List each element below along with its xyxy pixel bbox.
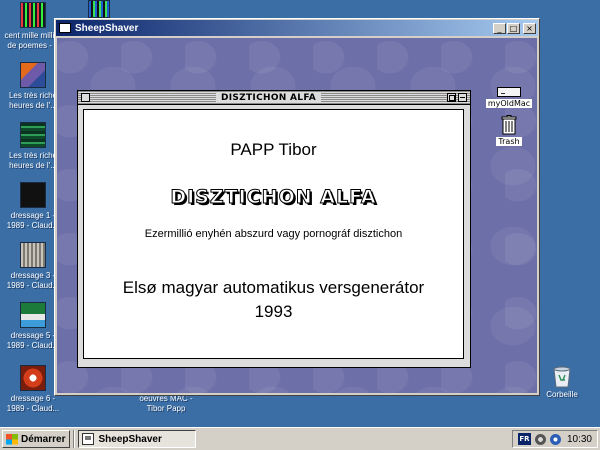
- icon-label-line: cent mille milliar: [4, 31, 62, 40]
- mac-drive-myoldmac[interactable]: myOldMac: [484, 87, 534, 108]
- desktop-icon-partial-top[interactable]: [88, 0, 110, 18]
- window-title: SheepShaver: [75, 22, 139, 34]
- icon-label-line: Les très riche: [8, 151, 58, 160]
- language-indicator[interactable]: FR: [517, 433, 531, 445]
- icon-label-line: heures de l'...: [9, 101, 57, 110]
- icon-label-line: dressage 5 -: [10, 331, 56, 340]
- window-controls: _ □ ×: [493, 22, 536, 34]
- file-thumbnail-icon: [20, 2, 46, 28]
- system-tray: FR 10:30: [511, 430, 598, 448]
- recycle-bin-label: Corbeille: [546, 390, 578, 399]
- mac-desktop[interactable]: myOldMac Trash DISZTICHON ALFA PAPP Tibo…: [57, 38, 537, 393]
- start-label: Démarrer: [21, 433, 66, 445]
- description-line: Elsø magyar automatikus versgenerátor: [122, 278, 425, 297]
- disztichon-titlebar[interactable]: DISZTICHON ALFA: [78, 91, 470, 105]
- program-subtitle: Ezermillió enyhén abszurd vagy pornográf…: [144, 228, 403, 240]
- file-thumbnail-icon: [20, 122, 46, 148]
- taskbar-button-label: SheepShaver: [98, 433, 162, 445]
- sheepshaver-app-icon: [82, 433, 95, 445]
- mac-trash[interactable]: Trash: [494, 115, 524, 146]
- icon-label-line: 1989 - Claud...: [6, 281, 60, 290]
- mac-close-box[interactable]: [81, 93, 90, 102]
- maximize-button[interactable]: □: [507, 22, 520, 34]
- start-button[interactable]: Démarrer: [2, 430, 71, 448]
- icon-label-line: dressage 1 -: [10, 211, 56, 220]
- recycle-bin-icon: [553, 366, 571, 388]
- disztichon-window[interactable]: DISZTICHON ALFA PAPP Tibor DISZTICHON AL…: [77, 90, 471, 368]
- sheepshaver-window[interactable]: SheepShaver _ □ × myOldMac Trash DISZTIC…: [54, 18, 540, 396]
- icon-label-line: 1989 - Claud...: [6, 221, 60, 230]
- author-name: PAPP Tibor: [230, 140, 317, 159]
- file-thumbnail-icon: [20, 302, 46, 328]
- desktop-icon-oeuvres-mac[interactable]: oeuvres MAC - Tibor Papp: [128, 394, 204, 414]
- program-title: DISZTICHON ALFA: [170, 186, 377, 209]
- icon-label-line: heures de l'...: [9, 161, 57, 170]
- taskbar-separator: [73, 430, 76, 448]
- drive-label: myOldMac: [485, 99, 533, 108]
- file-thumbnail-icon: [20, 365, 46, 391]
- trash-icon: [501, 115, 517, 135]
- icon-label-line: 1989 - Claud...: [6, 404, 60, 413]
- disztichon-content[interactable]: PAPP Tibor DISZTICHON ALFA Ezermillió en…: [83, 109, 464, 359]
- mac-collapse-box[interactable]: [458, 93, 467, 102]
- clock[interactable]: 10:30: [567, 434, 592, 445]
- file-thumbnail-icon: [20, 62, 46, 88]
- icon-label-line: dressage 6 -: [10, 394, 56, 403]
- disztichon-window-title: DISZTICHON ALFA: [215, 92, 322, 103]
- tray-network-icon[interactable]: [549, 433, 561, 445]
- windows-logo-icon: [6, 433, 18, 445]
- tray-volume-icon[interactable]: [534, 433, 546, 445]
- icon-label-line: dressage 3 -: [10, 271, 56, 280]
- mac-zoom-box[interactable]: [447, 93, 456, 102]
- taskbar: Démarrer SheepShaver FR 10:30: [0, 427, 600, 450]
- year-line: 1993: [254, 302, 293, 321]
- sheepshaver-titlebar[interactable]: SheepShaver _ □ ×: [56, 20, 538, 36]
- file-thumbnail-icon: [20, 242, 46, 268]
- icon-label-line: Les très riche: [8, 91, 58, 100]
- icon-label-line: Tibor Papp: [146, 404, 186, 413]
- file-thumbnail-icon: [20, 182, 46, 208]
- hard-drive-icon: [497, 87, 521, 97]
- icon-label-line: de poemes - 1: [7, 41, 59, 50]
- icon-label-line: 1989 - Claud...: [6, 341, 60, 350]
- taskbar-button-sheepshaver[interactable]: SheepShaver: [78, 430, 197, 448]
- app-icon: [59, 23, 71, 33]
- minimize-button[interactable]: _: [493, 22, 506, 34]
- trash-label: Trash: [496, 137, 522, 146]
- mac-window-controls: [447, 93, 467, 102]
- close-button[interactable]: ×: [523, 22, 536, 34]
- desktop-icon-recycle-bin[interactable]: Corbeille: [542, 364, 582, 399]
